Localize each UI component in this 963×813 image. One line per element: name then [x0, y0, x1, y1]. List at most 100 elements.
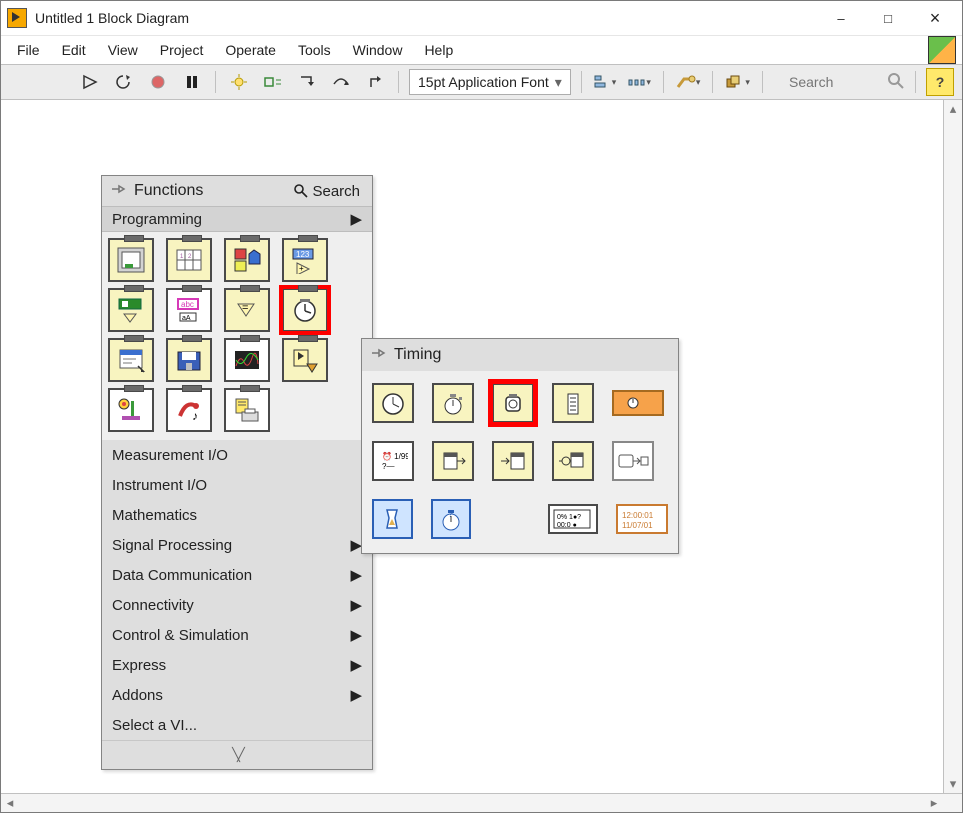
- run-continuous-button[interactable]: [111, 71, 137, 93]
- cell-file-io[interactable]: [166, 338, 212, 382]
- svg-text:♪: ♪: [192, 409, 198, 423]
- functions-palette: Functions Search Programming ▶ 12: [101, 175, 373, 770]
- menu-view[interactable]: View: [98, 38, 148, 62]
- cell-structures[interactable]: [108, 238, 154, 282]
- scroll-up-icon[interactable]: ▴: [944, 100, 962, 118]
- cell-sync[interactable]: [108, 388, 154, 432]
- menu-help[interactable]: Help: [414, 38, 463, 62]
- scroll-left-icon[interactable]: ◂: [1, 794, 19, 812]
- cat-addons[interactable]: Addons▶: [102, 680, 372, 710]
- step-into-button[interactable]: [294, 71, 320, 93]
- cell-array[interactable]: 12: [166, 238, 212, 282]
- tcell-to-timestamp[interactable]: [552, 441, 594, 481]
- tcell-dt-string[interactable]: 12:00:0111/07/01: [616, 504, 668, 534]
- tcell-high-res[interactable]: [552, 383, 594, 423]
- cat-express[interactable]: Express▶: [102, 650, 372, 680]
- cat-control-simulation[interactable]: Control & Simulation▶: [102, 620, 372, 650]
- menu-edit[interactable]: Edit: [52, 38, 96, 62]
- cell-waveform[interactable]: [224, 338, 270, 382]
- run-button[interactable]: [77, 71, 103, 93]
- search-icon[interactable]: [887, 72, 905, 93]
- pin-icon[interactable]: [370, 346, 386, 364]
- menu-project[interactable]: Project: [150, 38, 214, 62]
- maximize-button[interactable]: □: [865, 3, 911, 33]
- tcell-elapsed-time[interactable]: [372, 499, 413, 539]
- timing-palette-header: Timing: [362, 339, 678, 371]
- abort-button[interactable]: [145, 71, 171, 93]
- cell-app-control[interactable]: [282, 338, 328, 382]
- cat-instrument-io[interactable]: Instrument I/O: [102, 470, 372, 500]
- block-diagram-canvas[interactable]: Functions Search Programming ▶ 12: [1, 100, 943, 793]
- timing-grid: ⏰ 1/99?⎯⎯ ? 0% 1●?00:0 ● 12:00:0111/07/0…: [362, 371, 678, 553]
- tcell-wait-until-next[interactable]: [492, 383, 534, 423]
- highlight-execution-button[interactable]: [226, 71, 252, 93]
- title-bar: Untitled 1 Block Diagram – □ ×: [1, 1, 962, 36]
- palette-search-button[interactable]: Search: [290, 181, 364, 202]
- timing-title: Timing: [394, 346, 441, 364]
- search-input[interactable]: [787, 73, 881, 91]
- cell-numeric[interactable]: 123+: [282, 238, 328, 282]
- cell-comparison[interactable]: =: [224, 288, 270, 332]
- window-title: Untitled 1 Block Diagram: [35, 10, 189, 26]
- menu-file[interactable]: File: [7, 38, 50, 62]
- cell-cluster[interactable]: [224, 238, 270, 282]
- tcell-time-delay[interactable]: [612, 390, 664, 416]
- scroll-right-icon[interactable]: ▸: [925, 794, 943, 812]
- tcell-tick-count[interactable]: [372, 383, 414, 423]
- cat-connectivity[interactable]: Connectivity▶: [102, 590, 372, 620]
- chevron-down-icon: ▾: [555, 74, 562, 91]
- pin-icon[interactable]: [110, 182, 126, 200]
- step-over-button[interactable]: [328, 71, 354, 93]
- svg-text:abc: abc: [181, 300, 194, 309]
- tcell-wait-ms[interactable]: [432, 383, 474, 423]
- arrow-right-icon: ▶: [350, 596, 362, 614]
- tcell-stall[interactable]: ?: [431, 499, 472, 539]
- tcell-get-datetime[interactable]: ⏰ 1/99?⎯⎯: [372, 441, 414, 481]
- step-out-button[interactable]: [362, 71, 388, 93]
- vi-icon[interactable]: [928, 36, 956, 64]
- menu-operate[interactable]: Operate: [215, 38, 286, 62]
- tcell-sec-to-dt[interactable]: [432, 441, 474, 481]
- distribute-button[interactable]: ▾: [626, 71, 653, 93]
- cell-graphics[interactable]: ♪: [166, 388, 212, 432]
- cat-select-vi[interactable]: Select a VI...: [102, 710, 372, 740]
- cat-signal-processing[interactable]: Signal Processing▶: [102, 530, 372, 560]
- arrow-right-icon: ▶: [350, 656, 362, 674]
- cell-string[interactable]: abc aA: [166, 288, 212, 332]
- cleanup-button[interactable]: ▾: [674, 71, 703, 93]
- close-button[interactable]: ×: [912, 3, 958, 33]
- retain-wire-button[interactable]: [260, 71, 286, 93]
- vertical-scrollbar[interactable]: ▴ ▾: [943, 100, 962, 793]
- menu-tools[interactable]: Tools: [288, 38, 341, 62]
- font-label: 15pt Application Font: [418, 74, 549, 90]
- pause-button[interactable]: [179, 71, 205, 93]
- svg-text:aA: aA: [182, 315, 191, 322]
- menu-window[interactable]: Window: [343, 38, 413, 62]
- palette-header: Functions Search: [102, 176, 372, 206]
- cell-report[interactable]: [224, 388, 270, 432]
- horizontal-scrollbar[interactable]: ◂ ▸: [1, 793, 962, 812]
- cell-dialog[interactable]: [108, 338, 154, 382]
- tcell-timestamp-const[interactable]: 0% 1●?00:0 ●: [548, 504, 598, 534]
- palette-expand-button[interactable]: ╲╱: [102, 740, 372, 769]
- app-icon: [7, 8, 27, 28]
- cat-data-communication[interactable]: Data Communication▶: [102, 560, 372, 590]
- reorder-button[interactable]: ▾: [723, 71, 752, 93]
- tcell-format-dt[interactable]: [612, 441, 654, 481]
- scroll-down-icon[interactable]: ▾: [944, 775, 962, 793]
- category-programming[interactable]: Programming ▶: [102, 206, 372, 232]
- tcell-dt-to-sec[interactable]: [492, 441, 534, 481]
- category-list: Measurement I/O Instrument I/O Mathemati…: [102, 440, 372, 740]
- cell-timing[interactable]: [282, 288, 328, 332]
- minimize-button[interactable]: –: [818, 3, 864, 33]
- svg-text:⏰ 1/99: ⏰ 1/99: [382, 451, 408, 461]
- cat-measurement-io[interactable]: Measurement I/O: [102, 440, 372, 470]
- palette-search-label: Search: [312, 183, 360, 200]
- cat-mathematics[interactable]: Mathematics: [102, 500, 372, 530]
- font-selector[interactable]: 15pt Application Font ▾: [409, 69, 571, 95]
- arrow-right-icon: ▶: [350, 210, 362, 228]
- category-label: Programming: [112, 211, 202, 228]
- align-button[interactable]: ▾: [592, 71, 619, 93]
- cell-boolean[interactable]: [108, 288, 154, 332]
- help-button[interactable]: ?: [926, 68, 954, 96]
